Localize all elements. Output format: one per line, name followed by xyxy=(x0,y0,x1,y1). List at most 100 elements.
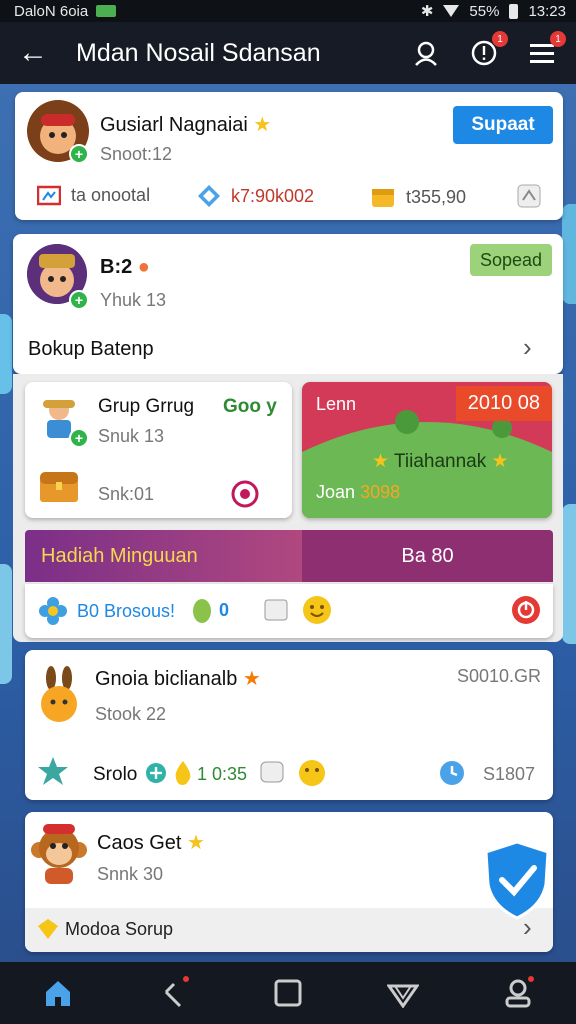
group-card[interactable]: + Grup Grrug Goo y Snuk 13 Snk:01 xyxy=(25,382,292,518)
side-decoration xyxy=(0,564,12,684)
add-friend-icon[interactable]: + xyxy=(69,428,89,448)
star-icon: ★ xyxy=(253,114,272,136)
weekly-value-panel: Ba 80 xyxy=(302,530,553,582)
row-label: Bokup Batenp xyxy=(28,338,154,360)
stat-3-text: t355,90 xyxy=(406,186,467,207)
rabbit-avatar-icon xyxy=(37,666,81,724)
user-card-5[interactable]: Gnoia biclianalb ★ Stook 22 S0010.GR Sro… xyxy=(25,650,553,800)
price-label-2: S1807 xyxy=(482,764,535,784)
nav-home[interactable] xyxy=(28,968,88,1018)
treasure-chest-icon xyxy=(37,466,81,504)
chevron-right-icon[interactable]: › xyxy=(523,332,532,363)
user-card-2[interactable]: + B:2 ● Yhuk 13 Sopead Bokup Batenp › xyxy=(13,234,563,374)
bottom-navigation xyxy=(0,962,576,1024)
side-decoration xyxy=(0,314,12,394)
card-icon xyxy=(259,760,285,784)
user-subtitle: Stook 22 xyxy=(95,704,167,724)
group-tag: Goo y xyxy=(223,396,277,417)
stat-1: ta onootal xyxy=(37,184,150,206)
user-card-1[interactable]: + Gusiarl Nagnaiai ★ Snoot:12 Supaat ta … xyxy=(15,92,563,220)
stat-2: k7:90k002 xyxy=(197,184,314,208)
card-icon xyxy=(263,598,289,622)
smiley-coin-icon xyxy=(297,758,327,788)
support-button[interactable]: Supaat xyxy=(453,106,553,144)
stat-label: Srolo xyxy=(93,764,138,785)
profile-button[interactable] xyxy=(410,37,442,69)
group-subtitle-2: Snk:01 xyxy=(98,484,155,504)
weekly-label: Hadiah Minguuan xyxy=(41,544,198,567)
clock-icon xyxy=(439,760,465,786)
side-decoration xyxy=(562,204,576,304)
group-subtitle: Snuk 13 xyxy=(98,426,165,446)
carrier-name: DaloN 6oia xyxy=(14,2,89,20)
square-icon xyxy=(274,979,302,1007)
star-icon: ★ xyxy=(242,668,261,690)
weekly-reward-banner[interactable]: Hadiah Minguuan Ba 80 xyxy=(25,530,553,582)
shield-check-icon[interactable] xyxy=(484,840,550,925)
nav-shop[interactable] xyxy=(373,968,433,1018)
weekly-label-panel: Hadiah Minguuan xyxy=(25,530,302,582)
fire-icon: ● xyxy=(137,256,150,278)
event-banner[interactable]: Lenn 2010 08 ★ Tiiahannak ★ Joan 3098 xyxy=(302,382,552,518)
user-name: Gusiarl Nagnaiai ★ xyxy=(100,114,272,136)
tv-icon xyxy=(37,184,61,206)
user-card-6[interactable]: Caos Get ★ Snnk 30 Modoa Sorup › xyxy=(25,812,553,952)
add-friend-icon[interactable]: + xyxy=(69,290,89,310)
event-center-label: ★ Tiiahannak ★ xyxy=(372,451,509,472)
leaf-icon xyxy=(191,598,213,624)
star-icon: ★ xyxy=(187,832,205,854)
star-icon: ★ xyxy=(372,451,390,472)
nav-profile[interactable] xyxy=(488,968,548,1018)
star-icon: ★ xyxy=(491,451,509,472)
footer-label: Modoa Sorup xyxy=(65,919,174,939)
reward-icon[interactable] xyxy=(231,480,259,508)
event-title: Lenn xyxy=(316,394,357,414)
user-name: Gnoia biclianalb ★ xyxy=(95,668,261,690)
menu-badge: 1 xyxy=(550,31,566,47)
hook-icon xyxy=(164,982,181,1008)
diamond-icon xyxy=(197,184,221,208)
coin-box-icon xyxy=(370,184,396,210)
nav-overview[interactable] xyxy=(258,968,318,1018)
home-icon xyxy=(45,981,70,1006)
battery-percent: 55% xyxy=(469,2,500,20)
group-name: Grup Grrug xyxy=(98,396,195,417)
side-decoration xyxy=(562,504,576,644)
wifi-icon xyxy=(443,5,460,17)
bluetooth-icon: ✱ xyxy=(420,3,434,20)
add-friend-icon[interactable]: + xyxy=(69,144,89,164)
user-subtitle: Snnk 30 xyxy=(97,864,164,884)
page-title: Mdan Nosail Sdansan xyxy=(76,38,321,67)
share-icon[interactable] xyxy=(515,182,543,210)
plus-circle-icon xyxy=(145,762,167,784)
spread-button[interactable]: Sopead xyxy=(470,244,552,276)
profile-icon xyxy=(505,979,531,1008)
stat-1-text: ta onootal xyxy=(71,184,151,205)
status-bar: DaloN 6oia ✱ 55% 13:23 xyxy=(0,0,576,22)
notifications-button[interactable]: 1 xyxy=(468,31,508,69)
fire-drop-icon xyxy=(173,760,193,786)
star-badge-icon xyxy=(37,756,69,786)
menu-button[interactable]: 1 xyxy=(526,31,566,69)
sim-icon xyxy=(96,5,117,17)
stat-num: 1 0:35 xyxy=(197,764,248,784)
back-arrow-icon[interactable]: ← xyxy=(18,38,58,68)
flower-icon xyxy=(37,595,69,627)
weekly-stat-text: B0 Brosous! xyxy=(77,601,176,621)
user-subtitle: Yhuk 13 xyxy=(100,290,167,310)
event-date-badge: 2010 08 xyxy=(455,386,552,421)
stat-2-text: k7:90k002 xyxy=(231,185,315,206)
clock: 13:23 xyxy=(528,2,566,20)
user-name: B:2 ● xyxy=(100,256,150,278)
weekly-stats-row: B0 Brosous! 0 xyxy=(25,584,553,638)
app-header: ← Mdan Nosail Sdansan 1 1 xyxy=(0,22,576,84)
gem-outline-icon xyxy=(387,984,420,1008)
monkey-avatar-icon xyxy=(29,820,89,886)
card-footer[interactable]: Modoa Sorup › xyxy=(25,908,553,952)
nav-activity[interactable] xyxy=(143,968,203,1018)
smiley-coin-icon xyxy=(301,594,333,626)
power-icon[interactable] xyxy=(511,595,541,625)
weekly-stat-num: 0 xyxy=(219,600,230,620)
price-label: S0010.GR xyxy=(456,666,541,686)
notification-badge: 1 xyxy=(492,31,508,47)
